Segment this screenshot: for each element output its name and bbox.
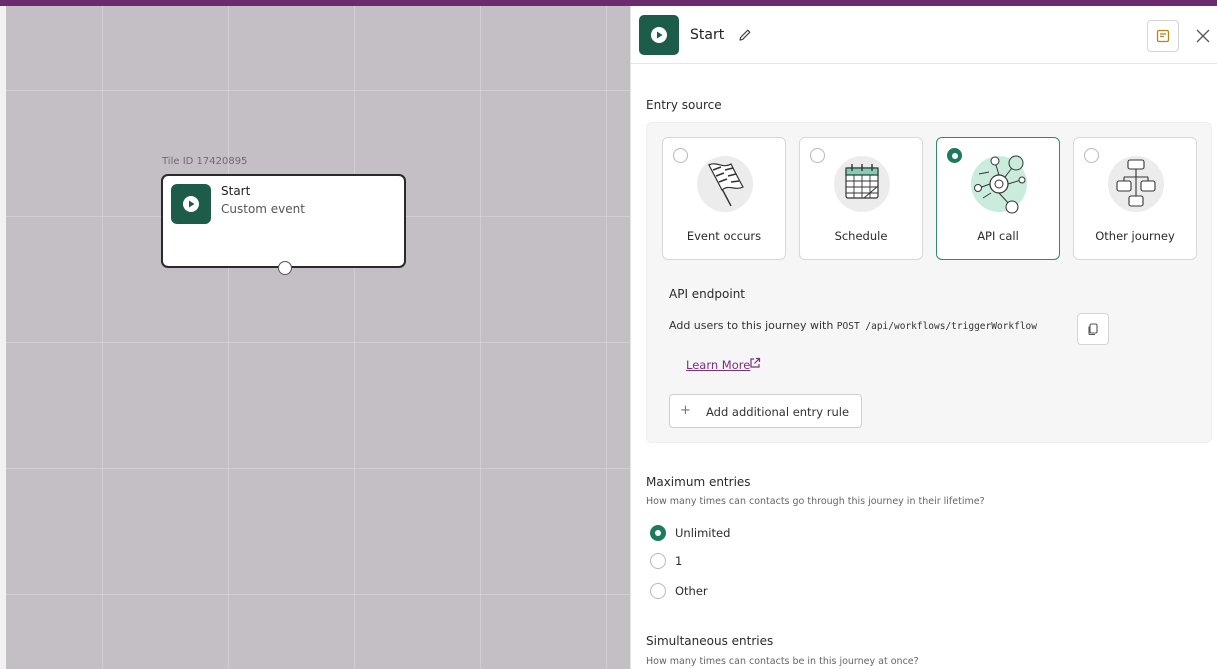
play-icon xyxy=(639,15,679,55)
api-endpoint-description: Add users to this journey with POST /api… xyxy=(669,319,1037,332)
pencil-icon[interactable] xyxy=(737,27,753,43)
entry-option-other-journey[interactable]: Other journey xyxy=(1073,137,1197,260)
entry-option-radio[interactable] xyxy=(1084,148,1099,163)
node-title: Start xyxy=(221,184,251,198)
calendar-icon xyxy=(834,156,890,212)
notes-icon xyxy=(1156,29,1170,43)
radio-unlimited[interactable] xyxy=(650,525,666,541)
entry-option-schedule[interactable]: Schedule xyxy=(799,137,923,260)
entry-source-title: Entry source xyxy=(646,98,722,112)
max-entries-title: Maximum entries xyxy=(646,475,751,489)
entry-source-box: Event occurs Schedule API call Other jou… xyxy=(646,122,1212,443)
entry-option-label: API call xyxy=(977,229,1019,243)
api-endpoint-title: API endpoint xyxy=(669,287,746,301)
learn-more-link[interactable]: Learn More xyxy=(686,358,750,372)
panel-header: Start xyxy=(631,6,1217,64)
external-link-icon[interactable] xyxy=(748,355,762,369)
radio-label: Other xyxy=(675,584,708,598)
entry-option-radio[interactable] xyxy=(947,148,962,163)
simultaneous-entries-description: How many times can contacts be in this j… xyxy=(646,656,919,667)
api-endpoint-path: POST /api/workflows/triggerWorkflow xyxy=(836,321,1037,332)
config-panel: Start Entry source Event occurs Schedule… xyxy=(630,6,1217,669)
copy-icon xyxy=(1088,323,1098,336)
radio-label: Unlimited xyxy=(675,526,731,540)
entry-option-event-occurs[interactable]: Event occurs xyxy=(662,137,786,260)
entry-option-api-call[interactable]: API call xyxy=(936,137,1060,260)
entry-option-radio[interactable] xyxy=(810,148,825,163)
panel-title: Start xyxy=(690,27,725,43)
play-icon xyxy=(171,184,211,224)
simultaneous-entries-title: Simultaneous entries xyxy=(646,634,774,648)
plus-icon: + xyxy=(680,403,691,418)
entry-option-label: Event occurs xyxy=(686,229,762,243)
tile-id-label: Tile ID 17420895 xyxy=(162,156,248,167)
add-entry-rule-button[interactable]: + Add additional entry rule xyxy=(669,394,862,428)
entry-option-label: Schedule xyxy=(834,229,888,243)
add-entry-rule-label: Add additional entry rule xyxy=(706,405,850,419)
api-desc-text: Add users to this journey with xyxy=(669,319,834,332)
flag-icon xyxy=(697,156,753,212)
api-network-icon xyxy=(971,155,1027,214)
radio-1[interactable] xyxy=(650,553,666,569)
max-entries-description: How many times can contacts go through t… xyxy=(646,496,985,507)
entry-option-radio[interactable] xyxy=(673,148,688,163)
entry-option-label: Other journey xyxy=(1095,229,1175,243)
radio-label: 1 xyxy=(675,554,683,568)
workflow-canvas[interactable]: Tile ID 17420895 Start Custom event xyxy=(0,6,630,669)
start-node[interactable]: Start Custom event xyxy=(161,174,406,275)
radio-other[interactable] xyxy=(650,583,666,599)
copy-endpoint-button[interactable] xyxy=(1077,313,1109,345)
flowchart-icon xyxy=(1108,156,1164,212)
node-subtitle: Custom event xyxy=(221,202,305,216)
close-icon[interactable] xyxy=(1194,27,1212,45)
node-output-port[interactable] xyxy=(278,261,292,275)
notes-button[interactable] xyxy=(1147,20,1179,52)
